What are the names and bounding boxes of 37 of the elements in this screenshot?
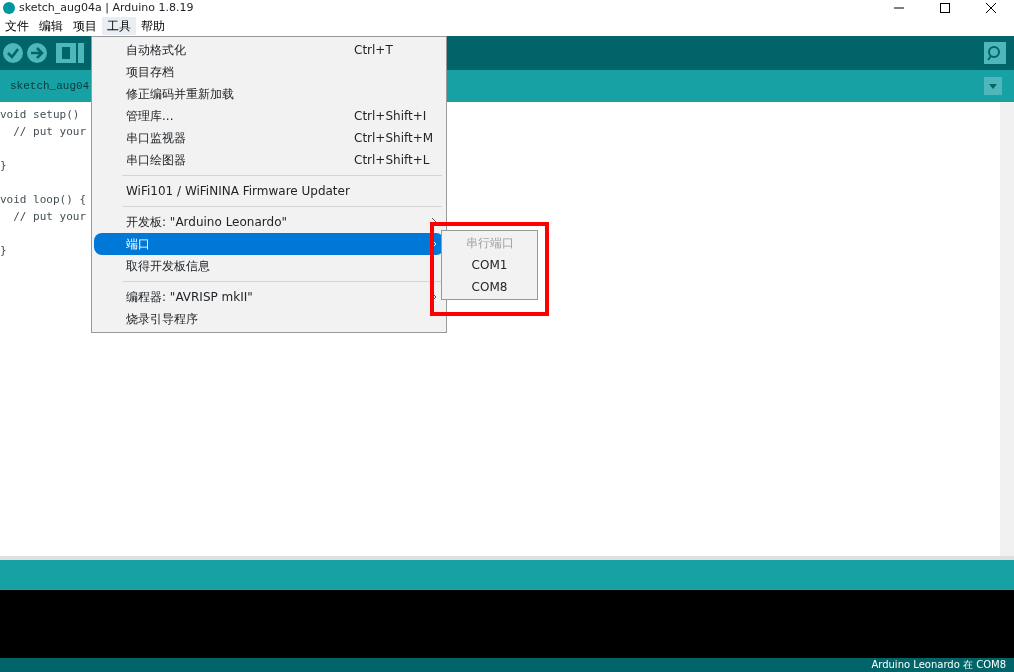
scrollbar-track[interactable]	[1000, 102, 1014, 556]
menu-item[interactable]: 编程器: "AVRISP mkII"	[94, 286, 444, 308]
shortcut-text: Ctrl+Shift+M	[354, 130, 435, 147]
menu-item[interactable]: 端口	[94, 233, 444, 255]
verify-check-icon[interactable]	[2, 42, 24, 64]
menu-item[interactable]: WiFi101 / WiFiNINA Firmware Updater	[94, 180, 444, 202]
code-line: void loop() {	[0, 192, 87, 208]
menu-item[interactable]: 串口绘图器 Ctrl+Shift+L	[94, 149, 444, 171]
shortcut-text: Ctrl+Shift+I	[354, 108, 428, 125]
menu-item[interactable]: 修正编码并重新加载	[94, 83, 444, 105]
code-line: void setup()	[0, 107, 80, 123]
code-line: // put your	[12, 209, 87, 225]
code-line: }	[0, 243, 7, 259]
code-line: // put your	[12, 124, 87, 140]
menu-item[interactable]: 开发板: "Arduino Leonardo"	[94, 211, 444, 233]
shortcut-text: Ctrl+T	[354, 42, 394, 59]
menu-item[interactable]: 管理库... Ctrl+Shift+I	[94, 105, 444, 127]
menu-item[interactable]: 串口监视器 Ctrl+Shift+M	[94, 127, 444, 149]
menu-item[interactable]: 编辑	[34, 17, 68, 35]
menu-item[interactable]: 工具	[102, 17, 136, 35]
status-text: Arduino Leonardo 在 COM8	[871, 658, 1006, 672]
serial-monitor-icon[interactable]	[984, 42, 1006, 64]
new-document-icon[interactable]	[56, 43, 76, 63]
menu-item[interactable]: COM8	[442, 276, 537, 298]
menu-item[interactable]: 帮助	[136, 17, 170, 35]
window-title: sketch_aug04a | Arduino 1.8.19	[19, 0, 195, 16]
menu-item[interactable]: 烧录引导程序	[94, 308, 444, 330]
arduino-logo-icon	[2, 2, 16, 14]
menu-item: 串行端口	[464, 235, 515, 252]
shortcut-text: Ctrl+Shift+L	[354, 152, 431, 169]
menu-item[interactable]: 文件	[0, 17, 34, 35]
menu-item[interactable]: 项目	[68, 17, 102, 35]
dropdown-icon[interactable]	[984, 77, 1002, 95]
menu-item[interactable]: 取得开发板信息	[94, 255, 444, 277]
menu-item[interactable]: COM1	[442, 254, 537, 276]
code-line: }	[0, 158, 7, 174]
menu-item[interactable]: 项目存档	[94, 61, 444, 83]
